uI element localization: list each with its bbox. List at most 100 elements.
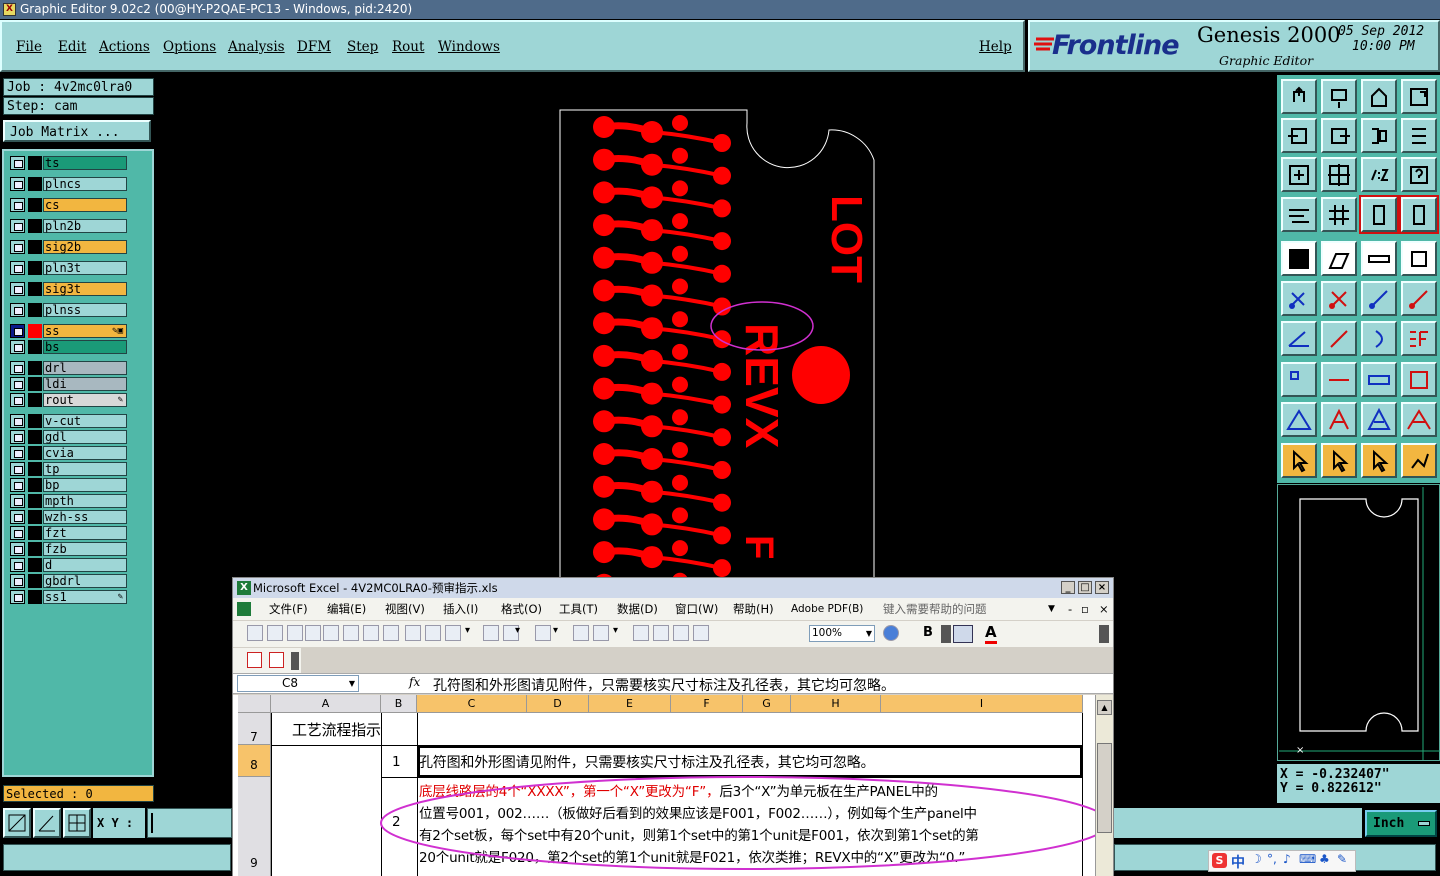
sum-dropdown-icon[interactable]: ▾ — [613, 625, 621, 641]
layer-name[interactable]: cvia — [43, 446, 127, 460]
layer-checkbox[interactable] — [10, 361, 25, 375]
spelling-icon[interactable] — [363, 625, 379, 641]
layer-checkbox[interactable] — [10, 219, 25, 233]
layer-checkbox[interactable] — [10, 324, 25, 338]
layer-checkbox[interactable] — [10, 446, 25, 460]
layer-checkbox[interactable] — [10, 494, 25, 508]
layer-name[interactable]: pln2b — [43, 219, 127, 233]
doc-minimize-icon[interactable]: - — [1068, 598, 1072, 620]
layer-row-mpth[interactable]: mpth — [10, 494, 130, 508]
layer-color-swatch[interactable] — [28, 361, 42, 375]
xl-menu-data[interactable]: 数据(D) — [617, 598, 658, 620]
permission-icon[interactable] — [305, 625, 321, 641]
layer-color-swatch[interactable] — [28, 240, 42, 254]
layer-checkbox[interactable] — [10, 542, 25, 556]
zoom-back-button[interactable] — [1281, 118, 1317, 153]
col-header-e[interactable]: E — [589, 695, 671, 713]
zoom-center-button[interactable] — [1321, 157, 1357, 192]
dimension-button[interactable] — [1361, 362, 1397, 397]
layer-row-rout[interactable]: rout ✎ — [10, 393, 130, 407]
ime-tray[interactable]: S 中 ☽ °, ♪ ⌨ ♣ ✎ — [1208, 850, 1356, 872]
format-painter-icon[interactable] — [483, 625, 499, 641]
col-header-c[interactable]: C — [417, 695, 527, 713]
fx-icon[interactable]: fx — [409, 675, 420, 689]
layer-name[interactable]: ts — [43, 156, 127, 170]
layer-row-plncs[interactable]: plncs — [10, 177, 130, 191]
cell-c8[interactable]: 孔符图和外形图请见附件，只需要核实尺寸标注及孔径表，其它均可忽略。 — [419, 752, 875, 772]
letter-a-frame-button[interactable] — [1401, 402, 1437, 437]
skin-icon[interactable]: ♣ — [1319, 852, 1330, 866]
layer-checkbox[interactable] — [10, 574, 25, 588]
units-button[interactable]: Inch — [1365, 810, 1437, 837]
layer-row-drl[interactable]: drl — [10, 361, 130, 375]
layer-color-swatch[interactable] — [28, 414, 42, 428]
pdf-email-icon[interactable] — [269, 652, 284, 668]
doc-close-icon[interactable]: × — [1099, 598, 1109, 620]
layer-name[interactable]: ldi — [43, 377, 127, 391]
maximize-button[interactable]: □ — [1078, 581, 1092, 594]
route-button[interactable] — [1401, 443, 1437, 478]
redraw-button[interactable] — [1401, 118, 1437, 153]
layer-color-swatch[interactable] — [28, 574, 42, 588]
doc-restore-icon[interactable]: ▫ — [1081, 598, 1089, 620]
cut-icon[interactable] — [405, 625, 421, 641]
layer-name[interactable]: tp — [43, 462, 127, 476]
letter-a-alt-button[interactable] — [1361, 402, 1397, 437]
layer-checkbox[interactable] — [10, 414, 25, 428]
layer-name[interactable]: rout ✎ — [43, 393, 127, 407]
layer-name[interactable]: mpth — [43, 494, 127, 508]
col-header-g[interactable]: G — [743, 695, 791, 713]
layer-name[interactable]: wzh-ss — [43, 510, 127, 524]
layer-name[interactable]: gdl — [43, 430, 127, 444]
toolbar-overflow-icon[interactable] — [941, 625, 951, 643]
line-cut-button[interactable] — [1321, 362, 1357, 397]
layer-color-swatch[interactable] — [28, 219, 42, 233]
col-header-f[interactable]: F — [671, 695, 743, 713]
office-help-icon[interactable] — [883, 625, 899, 641]
layer-row-ts[interactable]: ts — [10, 156, 130, 170]
menu-options[interactable]: Options — [163, 39, 216, 55]
zoom-forward-button[interactable] — [1321, 118, 1357, 153]
layer-name[interactable]: drl — [43, 361, 127, 375]
layer-row-tp[interactable]: tp — [10, 462, 130, 476]
row-header-9[interactable]: 9 — [238, 777, 271, 876]
pointer-alt-button[interactable] — [1361, 443, 1397, 478]
layer-row-cs[interactable]: cs — [10, 198, 130, 212]
layer-name[interactable]: d — [43, 558, 127, 572]
select-all-corner[interactable] — [238, 695, 271, 713]
text-button[interactable] — [1401, 321, 1437, 356]
xl-menu-tools[interactable]: 工具(T) — [559, 598, 598, 620]
menu-actions[interactable]: Actions — [99, 39, 150, 55]
pad-move-button[interactable] — [1281, 362, 1317, 397]
layer-name[interactable]: fzb — [43, 542, 127, 556]
layer-name[interactable]: v-cut — [43, 414, 127, 428]
zoom-select[interactable]: 100% ▼ — [809, 625, 875, 642]
open-step-button[interactable] — [1281, 79, 1317, 114]
xl-menu-insert[interactable]: 插入(I) — [443, 598, 478, 620]
sort-desc-icon[interactable] — [653, 625, 669, 641]
home-button[interactable] — [1361, 79, 1397, 114]
snap-button[interactable] — [3, 808, 31, 838]
font-color-button[interactable]: A — [985, 623, 997, 644]
measure-button[interactable] — [33, 808, 61, 838]
menu-help[interactable]: Help — [979, 39, 1012, 55]
xy-input[interactable] — [147, 808, 232, 838]
window-button[interactable] — [1401, 79, 1437, 114]
layer-name[interactable]: fzt — [43, 526, 127, 540]
cross-button[interactable] — [1321, 281, 1357, 316]
xl-help-dropdown-icon[interactable]: ▼ — [1048, 598, 1055, 620]
open-icon[interactable] — [267, 625, 283, 641]
menu-dfm[interactable]: DFM — [297, 39, 331, 55]
layer-color-swatch[interactable] — [28, 156, 42, 170]
layer-checkbox[interactable] — [10, 240, 25, 254]
layer-color-swatch[interactable] — [28, 324, 42, 338]
cell-a7[interactable]: 工艺流程指示 — [292, 719, 381, 740]
xl-help-search[interactable]: 键入需要帮助的问题 — [883, 598, 987, 620]
layer-checkbox[interactable] — [10, 261, 25, 275]
arc-add-button[interactable] — [1401, 281, 1437, 316]
triangle-button[interactable] — [1281, 402, 1317, 437]
layer-color-swatch[interactable] — [28, 510, 42, 524]
row-header-8[interactable]: 8 — [238, 745, 271, 777]
spreadsheet-grid[interactable]: A B C D E F G H I 7 8 9 工艺流程指示 1 孔符图和外形图… — [233, 695, 1110, 876]
layer-row-ss[interactable]: ss ✎▣ — [10, 324, 130, 338]
